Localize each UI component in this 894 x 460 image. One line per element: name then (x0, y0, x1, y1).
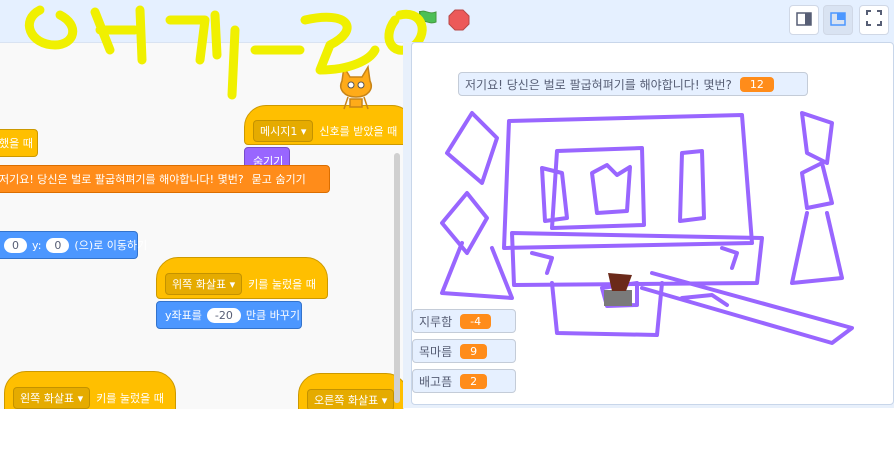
block-text: y좌표를 (165, 309, 202, 322)
dropdown-value: 위쪽 화살표 (172, 278, 227, 291)
code-workspace[interactable]: 했을 때 메시지1 ▾ 신호를 받았을 때 숨기기 저기요! 당신은 벌로 팔굽… (0, 42, 404, 409)
key-dropdown[interactable]: 왼쪽 화살표 ▾ (13, 387, 91, 409)
ask-text: 저기요! 당신은 벌로 팔굽혀펴기를 해야합니다! 몇번? (0, 173, 244, 186)
variable-monitor: 지루함 -4 (412, 309, 516, 333)
sprite-cat-icon (334, 61, 378, 113)
fullscreen-button[interactable] (859, 5, 889, 35)
small-stage-icon (796, 11, 812, 30)
variable-label: 목마름 (419, 344, 453, 359)
key-dropdown[interactable]: 위쪽 화살표 ▾ (165, 273, 243, 295)
block-text: 묻고 숨기기 (251, 173, 306, 186)
ask-and-wait-block[interactable]: 저기요! 당신은 벌로 팔굽혀펴기를 해야합니다! 몇번? 묻고 숨기기 (0, 165, 330, 193)
stop-icon[interactable] (448, 9, 470, 31)
block-text: 했을 때 (0, 137, 33, 150)
fullscreen-icon (866, 10, 882, 30)
variable-value: 9 (460, 343, 488, 359)
stage-canvas[interactable]: 저기요! 당신은 벌로 팔굽혀펴기를 해야합니다! 몇번? 12 지루함 -4 … (411, 42, 894, 405)
change-y-block[interactable]: y좌표를 -20 만큼 바꾸기 (156, 301, 302, 329)
goto-xy-block[interactable]: 0 y: 0 (으)로 이동하기 (0, 231, 147, 259)
y-label: y: (32, 238, 42, 252)
ask-value: 12 (739, 76, 774, 92)
variable-monitor: 목마름 9 (412, 339, 516, 363)
small-stage-button[interactable] (789, 5, 819, 35)
variable-label: 배고픔 (419, 374, 453, 389)
event-block-partial[interactable]: 했을 때 (0, 129, 38, 157)
message-dropdown[interactable]: 메시지1 ▾ (253, 120, 314, 142)
key-left-hat-block[interactable]: 왼쪽 화살표 ▾ 키를 눌렀을 때 (4, 371, 176, 409)
workspace-scrollbar[interactable] (394, 153, 400, 403)
block-text: (으)로 이동하기 (74, 239, 148, 252)
key-up-hat-block[interactable]: 위쪽 화살표 ▾ 키를 눌렀을 때 (156, 257, 328, 299)
variable-value: 2 (460, 373, 488, 389)
ask-monitor: 저기요! 당신은 벌로 팔굽혀펴기를 해야합니다! 몇번? 12 (458, 72, 808, 96)
ask-question-text: 저기요! 당신은 벌로 팔굽혀펴기를 해야합니다! 몇번? (465, 77, 732, 92)
dropdown-value: 왼쪽 화살표 (20, 392, 75, 405)
large-stage-icon (830, 11, 846, 30)
green-flag-icon[interactable] (416, 8, 440, 32)
variable-monitor: 배고픔 2 (412, 369, 516, 393)
block-text: 키를 눌렀을 때 (96, 392, 164, 405)
change-y-input[interactable]: -20 (206, 307, 241, 323)
variable-value: -4 (460, 313, 492, 329)
block-text: 만큼 바꾸기 (245, 309, 300, 322)
dropdown-value: 오른쪽 화살표 (314, 394, 379, 407)
key-dropdown[interactable]: 오른쪽 화살표 ▾ (307, 389, 395, 409)
dropdown-value: 메시지1 (260, 125, 298, 138)
large-stage-button[interactable] (823, 5, 853, 35)
x-input[interactable]: 0 (4, 237, 27, 253)
y-input[interactable]: 0 (46, 237, 70, 253)
block-text: 키를 눌렀을 때 (248, 278, 316, 291)
stage-header (0, 0, 894, 42)
broadcast-hat-block[interactable]: 메시지1 ▾ 신호를 받았을 때 (244, 105, 403, 145)
variable-label: 지루함 (419, 314, 453, 329)
key-right-hat-block[interactable]: 오른쪽 화살표 ▾ (298, 373, 403, 409)
block-text: 신호를 받았을 때 (319, 125, 398, 138)
